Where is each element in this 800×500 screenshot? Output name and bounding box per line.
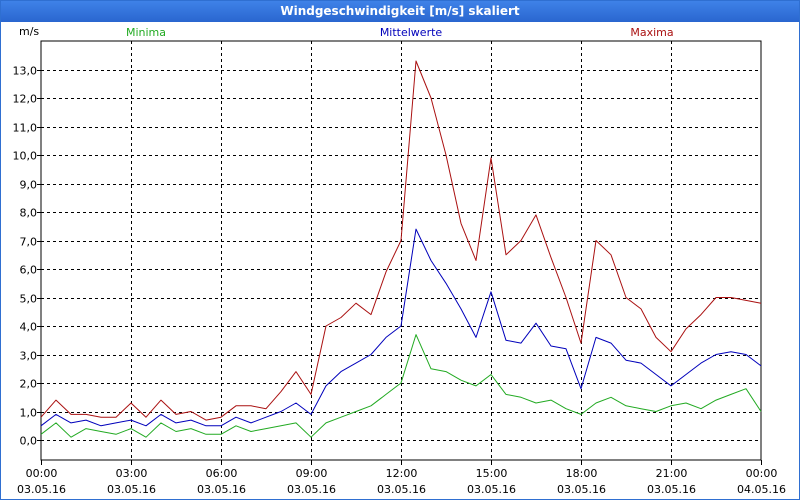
y-tick-label: 12,0 (13, 93, 38, 106)
x-tick-date: 03.05.16 (557, 483, 606, 496)
x-tick-time: 03:00 (116, 467, 148, 480)
series-layer (40, 60, 762, 438)
chart-canvas: 0,0 1,0 2,0 3,0 4,0 5,0 6,0 7,0 8,0 9,0 10,0 11,0 12… (13, 25, 786, 496)
legend-mittelwerte: Mittelwerte (380, 26, 443, 39)
chart-window: Windgeschwindigkeit [m/s] skaliert 0,0 1,… (0, 0, 800, 500)
x-tick-time: 15:00 (476, 467, 508, 480)
y-tick-label: 2,0 (20, 378, 38, 391)
x-tick-time: 09:00 (296, 467, 328, 480)
y-tick-label: 9,0 (20, 179, 38, 192)
y-tick-label: 0,0 (20, 435, 38, 448)
x-tick-date: 03.05.16 (647, 483, 696, 496)
label-layer: 0,0 1,0 2,0 3,0 4,0 5,0 6,0 7,0 8,0 9,0 10,0 11,0 12… (13, 25, 786, 496)
x-tick-date: 03.05.16 (467, 483, 516, 496)
x-tick-time: 21:00 (656, 467, 688, 480)
legend-maxima: Maxima (630, 26, 673, 39)
grid-layer (41, 41, 761, 460)
y-tick-label: 1,0 (20, 407, 38, 420)
window-title: Windgeschwindigkeit [m/s] skaliert (1, 1, 799, 22)
y-tick-label: 13,0 (13, 65, 38, 78)
x-tick-date: 03.05.16 (287, 483, 336, 496)
x-tick-date: 03.05.16 (107, 483, 156, 496)
y-tick-label: 8,0 (20, 207, 38, 220)
x-tick-time: 06:00 (206, 467, 238, 480)
x-tick-date: 03.05.16 (17, 483, 66, 496)
y-tick-label: 7,0 (20, 236, 38, 249)
x-tick-time: 00:00 (746, 467, 778, 480)
x-tick-date: 04.05.16 (737, 483, 786, 496)
y-tick-label: 3,0 (20, 350, 38, 363)
x-tick-time: 18:00 (566, 467, 598, 480)
legend-minima: Minima (126, 26, 166, 39)
axes-layer (37, 40, 762, 465)
y-tick-label: 10,0 (13, 150, 38, 163)
y-axis-label: m/s (19, 25, 39, 38)
x-tick-time: 12:00 (386, 467, 418, 480)
x-tick-date: 03.05.16 (197, 483, 246, 496)
y-tick-label: 6,0 (20, 264, 38, 277)
y-tick-label: 5,0 (20, 293, 38, 306)
y-tick-label: 11,0 (13, 122, 38, 135)
x-tick-time: 00:00 (26, 467, 58, 480)
y-tick-label: 4,0 (20, 321, 38, 334)
x-tick-date: 03.05.16 (377, 483, 426, 496)
